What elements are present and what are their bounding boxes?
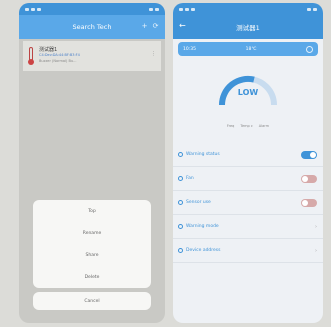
device-detail-screen: ← 测试器1 10:35 18℃ LOW Freq Temp c Alarm W… <box>173 3 323 323</box>
gear-icon[interactable] <box>306 45 313 53</box>
address-icon <box>178 248 183 253</box>
info-bar: 10:35 18℃ <box>178 42 318 56</box>
add-icon[interactable]: + <box>141 23 148 30</box>
action-delete[interactable]: Delete <box>33 266 151 288</box>
action-sheet: Top Rename Share Delete <box>33 200 151 288</box>
subinfo-2: Temp c <box>240 124 253 128</box>
action-share[interactable]: Share <box>33 244 151 266</box>
status-bar <box>19 3 165 15</box>
setting-sensor-use: Sensor use <box>173 191 323 215</box>
info-time: 10:35 <box>183 46 196 52</box>
warning-status-toggle[interactable] <box>301 150 317 159</box>
setting-warning-mode[interactable]: Warning mode › <box>173 215 323 239</box>
sensor-icon <box>178 200 183 205</box>
cancel-button[interactable]: Cancel <box>33 292 151 310</box>
fan-toggle[interactable] <box>301 174 317 183</box>
mode-icon <box>178 224 183 229</box>
status-icons <box>25 7 41 11</box>
device-list-screen: Search Tech + ⟳ 测试器1 C4:Dev:DA:44:BF:B3:… <box>19 3 165 323</box>
setting-label: Warning mode <box>186 224 219 229</box>
action-rename[interactable]: Rename <box>33 222 151 244</box>
setting-device-address[interactable]: Device address › <box>173 239 323 263</box>
setting-label: Fan <box>186 176 194 181</box>
battery-icon <box>307 7 317 11</box>
setting-label: Warning status <box>186 152 220 157</box>
sensor-use-toggle[interactable] <box>301 198 317 207</box>
page-title: Search Tech <box>72 23 112 31</box>
status-icons <box>179 7 195 11</box>
setting-label: Device address <box>186 248 221 253</box>
more-icon[interactable]: ⋮ <box>151 51 156 57</box>
status-bar <box>173 3 323 15</box>
app-bar: ← 测试器1 <box>173 15 323 39</box>
status-icon <box>178 152 183 157</box>
action-top[interactable]: Top <box>33 200 151 222</box>
device-name: 测试器1 <box>39 47 58 53</box>
setting-fan: Fan <box>173 167 323 191</box>
thermometer-icon <box>28 47 34 65</box>
gauge-subinfo: Freq Temp c Alarm <box>173 119 323 133</box>
settings-list: Warning status Fan Sensor use Warning mo… <box>173 143 323 263</box>
refresh-icon[interactable]: ⟳ <box>152 23 159 30</box>
setting-label: Sensor use <box>186 200 211 205</box>
chevron-right-icon: › <box>315 247 317 254</box>
gauge-level-label: LOW <box>237 88 259 97</box>
setting-warning-status: Warning status <box>173 143 323 167</box>
device-list-item[interactable]: 测试器1 C4:Dev:DA:44:BF:B3:F4 Buzzer (Norma… <box>23 41 161 71</box>
page-title: 测试器1 <box>236 24 260 32</box>
fan-icon <box>178 176 183 181</box>
app-bar: Search Tech + ⟳ <box>19 15 165 39</box>
device-mac: C4:Dev:DA:44:BF:B3:F4 <box>39 53 80 57</box>
chevron-right-icon: › <box>315 223 317 230</box>
info-temp: 18℃ <box>245 46 257 52</box>
level-gauge: LOW <box>173 59 323 119</box>
battery-icon <box>149 7 159 11</box>
gauge-arc <box>218 75 277 106</box>
subinfo-1: Freq <box>226 124 235 128</box>
device-subtitle: Buzzer (Normal) Bu... <box>39 59 77 63</box>
back-arrow-icon[interactable]: ← <box>179 22 186 30</box>
subinfo-3: Alarm <box>258 124 270 128</box>
